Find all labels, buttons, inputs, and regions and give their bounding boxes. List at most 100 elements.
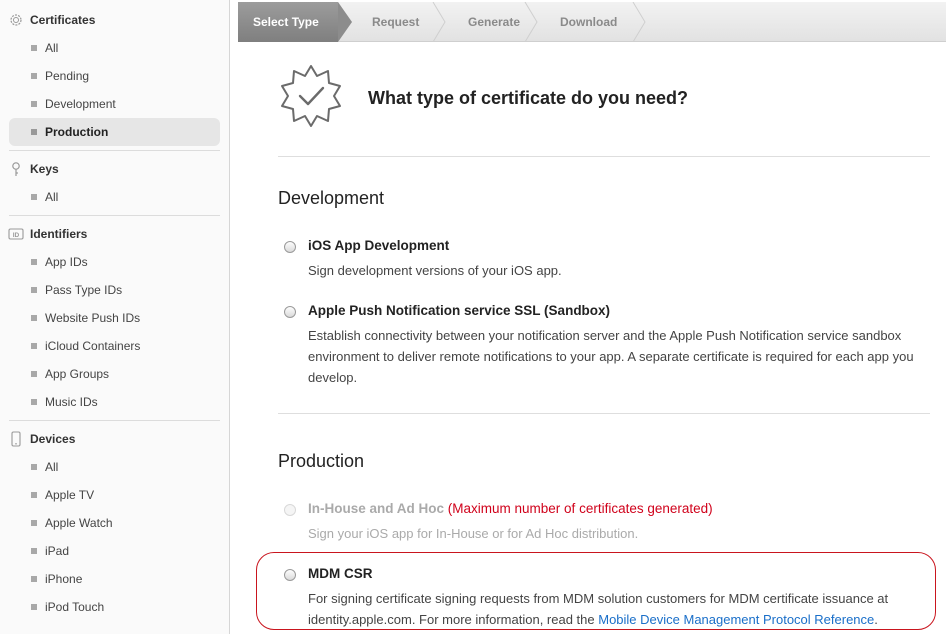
sidebar-item-label: All [45, 190, 59, 204]
bullet-icon [31, 45, 37, 51]
radio-mdm-csr[interactable] [284, 569, 296, 581]
sidebar-item-certificates-production[interactable]: Production [9, 118, 220, 146]
bullet-icon [31, 343, 37, 349]
option-description: Sign development versions of your iOS ap… [308, 263, 562, 278]
section-heading-production: Production [278, 451, 365, 471]
step-request: Request [338, 2, 446, 42]
svg-text:ID: ID [13, 232, 20, 239]
sidebar-item-app-groups[interactable]: App Groups [9, 360, 220, 388]
sidebar-divider [9, 420, 220, 421]
sidebar-item-label: Pending [45, 69, 90, 83]
sidebar-header-keys[interactable]: Keys [0, 155, 229, 183]
sidebar-item-keys-all[interactable]: All [9, 183, 220, 211]
step-label: Generate [468, 15, 521, 29]
bullet-icon [31, 576, 37, 582]
page-title: What type of certificate do you need? [368, 88, 689, 108]
option-description: For signing certificate signing requests… [308, 588, 944, 630]
radio-in-house-ad-hoc [284, 504, 296, 516]
sidebar-item-label: Music IDs [45, 395, 98, 409]
step-download: Download [526, 2, 646, 42]
sidebar-section-keys: Keys All [0, 155, 229, 211]
step-label: Request [372, 15, 420, 29]
sidebar-item-label: App Groups [45, 367, 110, 381]
sidebar-item-app-ids[interactable]: App IDs [9, 248, 220, 276]
sidebar-item-label: Apple Watch [45, 516, 113, 530]
sidebar-header-label: Identifiers [30, 227, 88, 241]
certificate-seal-icon [281, 65, 341, 127]
sidebar-divider [9, 215, 220, 216]
option-title: In-House and Ad Hoc (Maximum number of c… [308, 501, 713, 516]
step-select-type: Select Type [238, 2, 352, 42]
gear-badge-icon [8, 12, 24, 28]
chevron-right-icon [632, 2, 646, 42]
warning-message: (Maximum number of certificates generate… [447, 501, 713, 516]
description-suffix: . [874, 612, 878, 627]
divider [278, 413, 930, 414]
sidebar-item-label: Production [45, 125, 109, 139]
option-title: iOS App Development [308, 238, 450, 253]
option-title-text: In-House and Ad Hoc [308, 501, 445, 516]
sidebar-header-certificates[interactable]: Certificates [0, 6, 229, 34]
bullet-icon [31, 194, 37, 200]
bullet-icon [31, 464, 37, 470]
radio-apns-sandbox[interactable] [284, 306, 296, 318]
sidebar-header-devices[interactable]: Devices [0, 425, 229, 453]
step-label: Download [560, 15, 618, 29]
radio-ios-app-development[interactable] [284, 241, 296, 253]
sidebar-item-ipod-touch[interactable]: iPod Touch [9, 593, 220, 621]
option-title: MDM CSR [308, 566, 373, 581]
sidebar-item-pass-type-ids[interactable]: Pass Type IDs [9, 276, 220, 304]
sidebar-item-apple-tv[interactable]: Apple TV [9, 481, 220, 509]
sidebar-header-label: Keys [30, 162, 59, 176]
sidebar-item-label: App IDs [45, 255, 88, 269]
option-title: Apple Push Notification service SSL (San… [308, 303, 611, 318]
sidebar-item-label: All [45, 460, 59, 474]
bullet-icon [31, 604, 37, 610]
divider [278, 156, 930, 157]
sidebar-section-identifiers: ID Identifiers App IDs Pass Type IDs Web… [0, 220, 229, 416]
sidebar-header-label: Certificates [30, 13, 96, 27]
bullet-icon [31, 548, 37, 554]
bullet-icon [31, 492, 37, 498]
sidebar-item-apple-watch[interactable]: Apple Watch [9, 509, 220, 537]
sidebar-item-music-ids[interactable]: Music IDs [9, 388, 220, 416]
sidebar-item-devices-all[interactable]: All [9, 453, 220, 481]
option-description: Establish connectivity between your noti… [308, 328, 914, 385]
sidebar-header-label: Devices [30, 432, 76, 446]
sidebar-item-certificates-development[interactable]: Development [9, 90, 220, 118]
bullet-icon [31, 315, 37, 321]
step-generate: Generate [434, 2, 538, 42]
sidebar-item-website-push-ids[interactable]: Website Push IDs [9, 304, 220, 332]
bullet-icon [31, 259, 37, 265]
sidebar-item-ipad[interactable]: iPad [9, 537, 220, 565]
sidebar-item-label: Development [45, 97, 116, 111]
wizard-steps: Select Type Request Generate Download [238, 2, 946, 42]
bullet-icon [31, 101, 37, 107]
section-heading-development: Development [278, 188, 385, 208]
sidebar-item-label: iCloud Containers [45, 339, 141, 353]
sidebar-section-devices: Devices All Apple TV Apple Watch iPad iP… [0, 425, 229, 621]
sidebar-item-label: Apple TV [45, 488, 95, 502]
sidebar-item-label: iPod Touch [45, 600, 105, 614]
bullet-icon [31, 73, 37, 79]
main-content: What type of certificate do you need? De… [238, 42, 946, 634]
sidebar: Certificates All Pending Development Pro… [0, 0, 230, 634]
sidebar-item-certificates-all[interactable]: All [9, 34, 220, 62]
bullet-icon [31, 287, 37, 293]
certificate-badge [278, 62, 344, 128]
sidebar-item-iphone[interactable]: iPhone [9, 565, 220, 593]
option-description: Sign your iOS app for In-House or for Ad… [308, 526, 639, 541]
sidebar-item-icloud-containers[interactable]: iCloud Containers [9, 332, 220, 360]
sidebar-item-label: Pass Type IDs [45, 283, 123, 297]
bullet-icon [31, 129, 37, 135]
sidebar-header-identifiers[interactable]: ID Identifiers [0, 220, 229, 248]
sidebar-item-label: All [45, 41, 59, 55]
sidebar-item-certificates-pending[interactable]: Pending [9, 62, 220, 90]
sidebar-item-label: iPad [45, 544, 70, 558]
device-icon [8, 431, 24, 447]
id-badge-icon: ID [8, 226, 24, 242]
key-icon [8, 161, 24, 177]
mdm-protocol-reference-link[interactable]: Mobile Device Management Protocol Refere… [598, 612, 874, 627]
sidebar-item-label: Website Push IDs [45, 311, 141, 325]
bullet-icon [31, 520, 37, 526]
